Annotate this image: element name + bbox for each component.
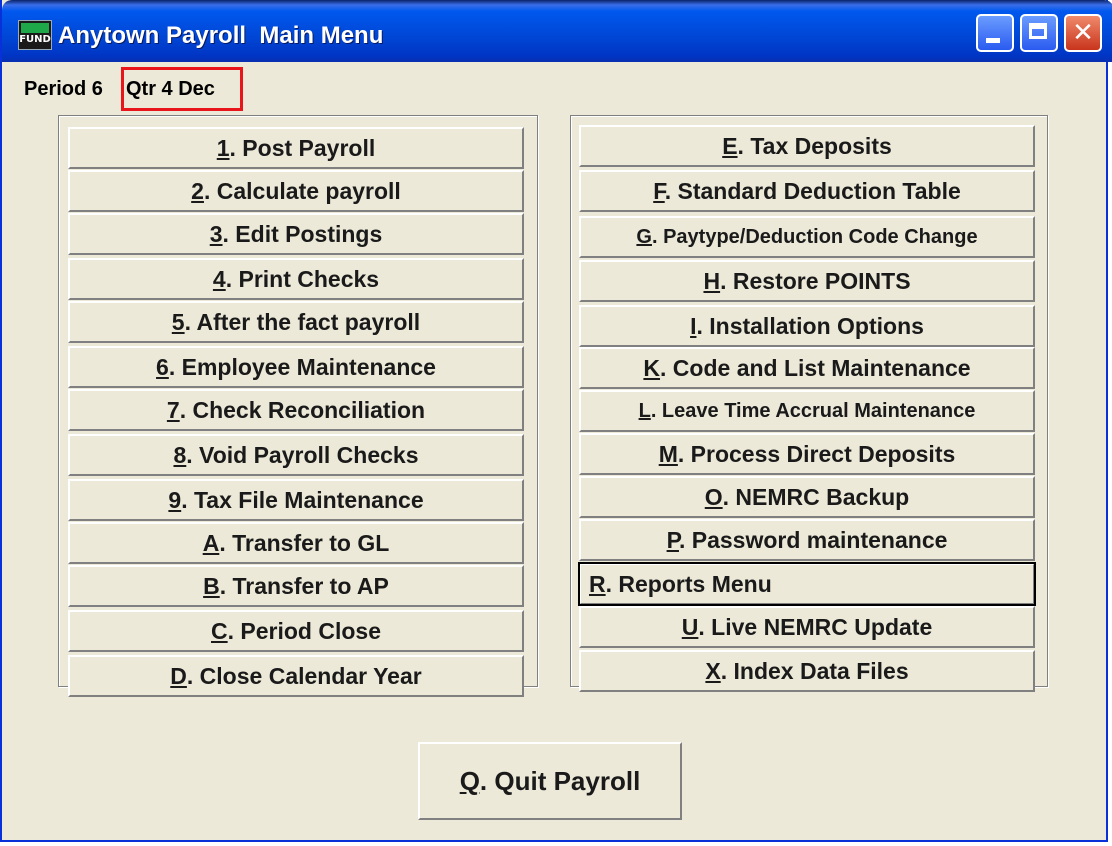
menu-button-code-and-list-maintenance[interactable]: K. Code and List Maintenance <box>579 347 1035 389</box>
quarter-label: Qtr 4 Dec <box>126 78 215 100</box>
window-title: Anytown Payroll Main Menu <box>58 22 384 49</box>
menu-button-transfer-to-gl[interactable]: A. Transfer to GL <box>68 522 524 564</box>
close-button[interactable]: ✕ <box>1064 14 1102 52</box>
menu-button-reports-menu[interactable]: R. Reports Menu <box>578 562 1036 606</box>
menu-label: . Close Calendar Year <box>186 663 422 689</box>
menu-button-period-close[interactable]: C. Period Close <box>68 610 524 652</box>
menu-key: D <box>170 663 187 689</box>
menu-key: 7 <box>166 397 180 423</box>
menu-label: . NEMRC Backup <box>722 484 910 510</box>
menu-label: . Transfer to GL <box>219 530 390 556</box>
menu-key: A <box>202 530 220 556</box>
menu-key: K <box>643 355 661 381</box>
menu-button-print-checks[interactable]: 4. Print Checks <box>68 258 524 300</box>
menu-key: B <box>203 573 220 599</box>
menu-label: . Restore POINTS <box>720 268 911 294</box>
menu-button-check-reconciliation[interactable]: 7. Check Reconciliation <box>68 389 524 431</box>
menu-label: . Live NEMRC Update <box>698 614 933 640</box>
menu-key: H <box>703 268 721 294</box>
menu-button-password-maintenance[interactable]: P. Password maintenance <box>579 519 1035 561</box>
menu-label: . Employee Maintenance <box>168 354 436 380</box>
menu-button-standard-deduction-table[interactable]: F. Standard Deduction Table <box>579 170 1035 212</box>
close-icon: ✕ <box>1072 18 1094 48</box>
menu-label: . Password maintenance <box>678 527 948 553</box>
menu-key: E <box>722 133 738 159</box>
menu-label: . After the fact payroll <box>184 309 421 335</box>
menu-key: 2 <box>191 178 204 204</box>
menu-label: . Void Payroll Checks <box>186 442 419 468</box>
quit-key: Q <box>459 766 480 796</box>
title-bar[interactable]: FUND Anytown Payroll Main Menu ✕ <box>2 0 1112 62</box>
menu-label: . Leave Time Accrual Maintenance <box>650 400 976 422</box>
menu-button-employee-maintenance[interactable]: 6. Employee Maintenance <box>68 346 524 388</box>
menu-label: . Installation Options <box>696 313 924 339</box>
app-icon-text: FUND <box>19 34 51 45</box>
menu-key: 8 <box>173 442 187 468</box>
menu-key: 1 <box>216 135 230 161</box>
menu-button-post-payroll[interactable]: 1. Post Payroll <box>68 127 524 169</box>
menu-label: . Tax File Maintenance <box>181 487 424 513</box>
menu-button-live-nemrc-update[interactable]: U. Live NEMRC Update <box>579 606 1035 648</box>
menu-key: X <box>705 658 721 684</box>
menu-key: P <box>666 527 679 553</box>
menu-button-restore-points[interactable]: H. Restore POINTS <box>579 260 1035 302</box>
menu-button-leave-time-accrual-maintenance[interactable]: L. Leave Time Accrual Maintenance <box>579 390 1035 432</box>
menu-label: . Transfer to AP <box>219 573 389 599</box>
main-menu-window: FUND Anytown Payroll Main Menu ✕ Period … <box>0 0 1112 842</box>
minimize-button[interactable] <box>976 14 1014 52</box>
menu-label: . Tax Deposits <box>737 133 892 159</box>
menu-key: 3 <box>209 221 223 247</box>
menu-button-tax-deposits[interactable]: E. Tax Deposits <box>579 125 1035 167</box>
menu-label: . Edit Postings <box>222 221 383 247</box>
menu-button-edit-postings[interactable]: 3. Edit Postings <box>68 213 524 255</box>
menu-button-calculate-payroll[interactable]: 2. Calculate payroll <box>68 170 524 212</box>
menu-label: . Index Data Files <box>720 658 909 684</box>
menu-button-tax-file-maintenance[interactable]: 9. Tax File Maintenance <box>68 479 524 521</box>
menu-key: R <box>589 571 606 597</box>
menu-label: . Reports Menu <box>605 571 772 597</box>
menu-key: M <box>658 441 678 467</box>
menu-label: . Calculate payroll <box>203 178 401 204</box>
maximize-button[interactable] <box>1020 14 1058 52</box>
menu-button-installation-options[interactable]: I. Installation Options <box>579 305 1035 347</box>
menu-label: . Check Reconciliation <box>179 397 426 423</box>
menu-button-void-payroll-checks[interactable]: 8. Void Payroll Checks <box>68 434 524 476</box>
menu-button-paytype-deduction-code-change[interactable]: G. Paytype/Deduction Code Change <box>579 216 1035 258</box>
menu-button-close-calendar-year[interactable]: D. Close Calendar Year <box>68 655 524 697</box>
menu-label: . Post Payroll <box>229 135 376 161</box>
menu-label: . Code and List Maintenance <box>660 355 971 381</box>
menu-label: . Process Direct Deposits <box>677 441 956 467</box>
menu-key: 9 <box>168 487 182 513</box>
period-label: Period 6 <box>24 78 103 100</box>
quit-payroll-button[interactable]: Q. Quit Payroll <box>418 742 682 820</box>
menu-button-process-direct-deposits[interactable]: M. Process Direct Deposits <box>579 433 1035 475</box>
menu-key: 6 <box>156 354 169 380</box>
quit-label: . Quit Payroll <box>479 766 641 796</box>
menu-key: 4 <box>212 266 226 292</box>
menu-label: . Print Checks <box>225 266 380 292</box>
menu-button-after-the-fact-payroll[interactable]: 5. After the fact payroll <box>68 301 524 343</box>
menu-key: G <box>636 226 652 248</box>
menu-key: O <box>704 484 723 510</box>
menu-label: . Standard Deduction Table <box>664 178 961 204</box>
menu-button-transfer-to-ap[interactable]: B. Transfer to AP <box>68 565 524 607</box>
menu-label: . Paytype/Deduction Code Change <box>651 226 978 248</box>
menu-key: F <box>653 178 665 204</box>
menu-key: C <box>211 618 228 644</box>
menu-key: 5 <box>171 309 185 335</box>
menu-label: . Period Close <box>227 618 381 644</box>
menu-button-nemrc-backup[interactable]: O. NEMRC Backup <box>579 476 1035 518</box>
fund-app-icon: FUND <box>18 20 52 50</box>
menu-key: L <box>638 400 651 422</box>
app-icon-graphic <box>21 23 49 33</box>
menu-key: U <box>681 614 699 640</box>
menu-button-index-data-files[interactable]: X. Index Data Files <box>579 650 1035 692</box>
